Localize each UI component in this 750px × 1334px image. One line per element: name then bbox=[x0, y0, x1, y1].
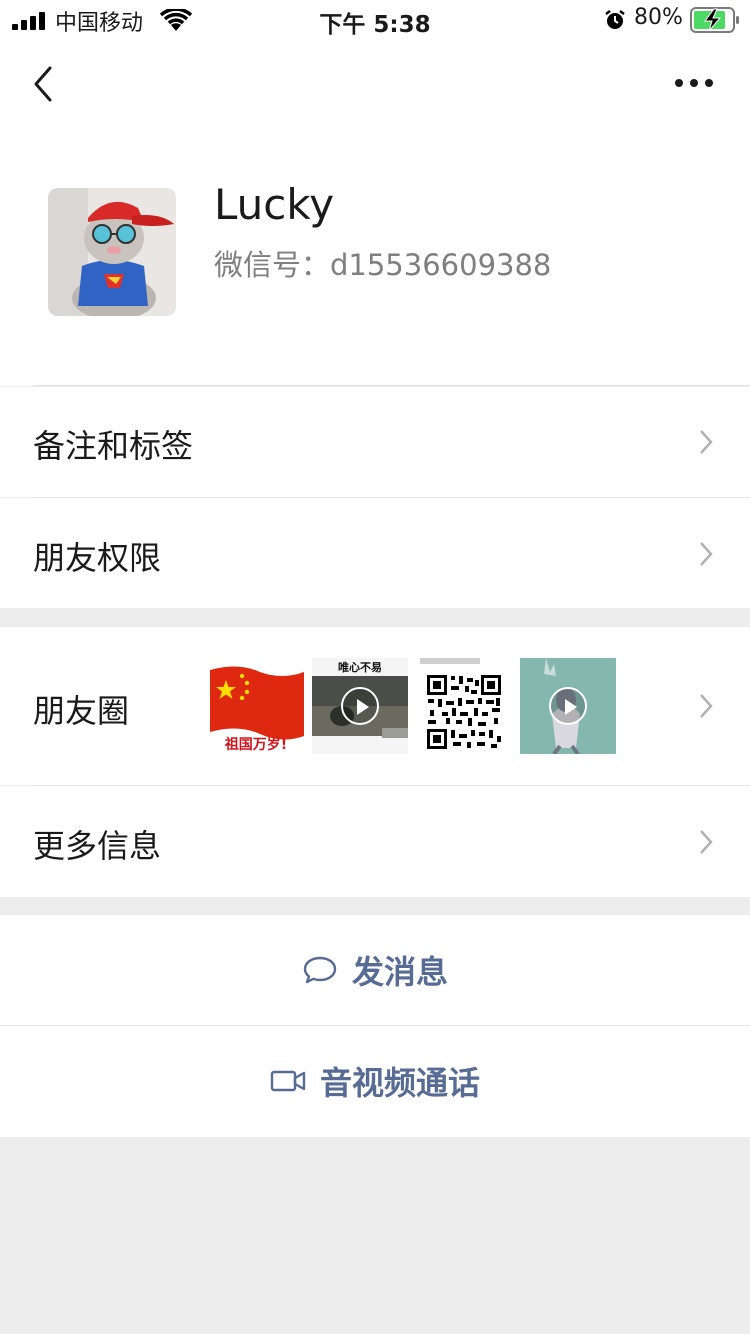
status-bar: 中国移动 下午 5:38 80% bbox=[0, 0, 750, 40]
alarm-icon bbox=[605, 10, 625, 29]
avatar[interactable] bbox=[48, 188, 176, 316]
more-info-row[interactable]: 更多信息 bbox=[0, 786, 750, 897]
nav-bar bbox=[0, 40, 750, 128]
cat-avatar-image bbox=[48, 188, 176, 316]
chevron-right-icon bbox=[700, 430, 713, 454]
moments-thumb-qrcode[interactable] bbox=[416, 658, 512, 754]
video-call-label: 音视频通话 bbox=[319, 1064, 480, 1102]
moments-row[interactable]: 朋友圈 祖国万岁! 唯心不易 bbox=[0, 627, 750, 786]
profile-name: Lucky bbox=[214, 180, 335, 229]
profile-header: Lucky 微信号：d15536609388 bbox=[0, 128, 750, 386]
send-message-button[interactable]: 发消息 bbox=[0, 915, 750, 1026]
battery-percentage: 80% bbox=[634, 5, 683, 30]
divider bbox=[33, 385, 750, 386]
chevron-right-icon bbox=[700, 830, 713, 854]
remarks-and-tags-label: 备注和标签 bbox=[33, 427, 194, 465]
remarks-and-tags-row[interactable]: 备注和标签 bbox=[0, 387, 750, 498]
flag-caption: 祖国万岁! bbox=[224, 737, 288, 753]
play-icon bbox=[341, 687, 379, 725]
chat-bubble-icon bbox=[303, 956, 337, 984]
qr-code-image bbox=[416, 658, 512, 754]
video-caption: 唯心不易 bbox=[338, 661, 382, 674]
send-message-content: 发消息 bbox=[0, 915, 750, 1025]
video-camera-icon bbox=[270, 1070, 306, 1092]
moments-thumb-video-2[interactable] bbox=[520, 658, 616, 754]
friend-permissions-row[interactable]: 朋友权限 bbox=[0, 498, 750, 608]
moments-label: 朋友圈 bbox=[33, 692, 130, 730]
chevron-right-icon bbox=[700, 694, 713, 718]
play-icon bbox=[549, 687, 587, 725]
more-options-icon[interactable] bbox=[674, 76, 714, 90]
chevron-right-icon bbox=[700, 542, 713, 566]
battery-charging-icon bbox=[690, 7, 739, 33]
more-info-label: 更多信息 bbox=[33, 827, 162, 865]
wechat-id: 微信号：d15536609388 bbox=[214, 248, 552, 282]
send-message-label: 发消息 bbox=[351, 953, 448, 991]
video-call-button[interactable]: 音视频通话 bbox=[0, 1026, 750, 1137]
moments-thumb-video-1[interactable]: 唯心不易 bbox=[312, 658, 408, 754]
moments-thumb-flag[interactable]: 祖国万岁! bbox=[208, 658, 304, 754]
back-arrow-icon[interactable] bbox=[30, 64, 56, 104]
video-call-content: 音视频通话 bbox=[0, 1026, 750, 1136]
friend-permissions-label: 朋友权限 bbox=[33, 539, 162, 577]
